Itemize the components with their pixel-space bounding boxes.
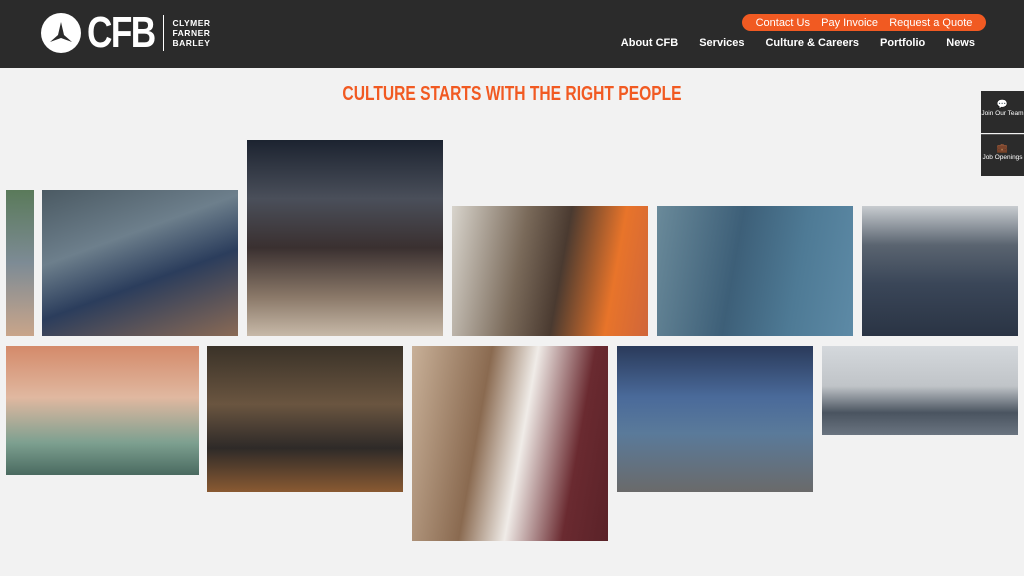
page-title: CULTURE STARTS WITH THE RIGHT PEOPLE — [342, 83, 682, 105]
logo-word: CLYMER — [172, 18, 211, 28]
photo-stadium-crowd-partial — [6, 190, 34, 336]
contact-us-link[interactable]: Contact Us — [756, 17, 810, 29]
side-tab-label: Job Openings — [982, 154, 1023, 161]
logo-divider — [163, 15, 165, 51]
photo-cookout-grill — [452, 206, 648, 336]
logo-word: BARLEY — [172, 38, 211, 48]
nav-news[interactable]: News — [946, 37, 975, 49]
logo-text: CFB — [87, 8, 156, 57]
photo-restaurant-group — [207, 346, 403, 492]
photo-office-party — [6, 346, 199, 475]
request-quote-link[interactable]: Request a Quote — [889, 17, 972, 29]
main-nav: About CFB Services Culture & Careers Por… — [621, 37, 975, 49]
logo-mark-icon — [41, 13, 81, 53]
job-openings-tab[interactable]: 💼 Job Openings — [981, 134, 1024, 176]
briefcase-icon: 💼 — [996, 143, 1009, 153]
site-header: CFB CLYMER FARNER BARLEY Contact Us Pay … — [0, 0, 1024, 68]
photo-three-women-night — [247, 140, 443, 336]
photo-team-in-office — [822, 346, 1018, 435]
photo-vault-group — [617, 346, 813, 492]
photo-three-people-selfie — [412, 346, 608, 541]
nav-culture-careers[interactable]: Culture & Careers — [765, 37, 859, 49]
photo-stadium-group — [42, 190, 238, 336]
nav-about[interactable]: About CFB — [621, 37, 678, 49]
pay-invoice-link[interactable]: Pay Invoice — [821, 17, 878, 29]
photo-team-hard-hats — [657, 206, 853, 336]
photo-bus-group — [862, 206, 1018, 336]
side-tab-label: Join Our Team — [981, 110, 1024, 117]
logo-word: FARNER — [172, 28, 211, 38]
chat-icon: 💬 — [996, 99, 1009, 109]
logo-words: CLYMER FARNER BARLEY — [172, 18, 210, 48]
join-our-team-tab[interactable]: 💬 Join Our Team — [981, 91, 1024, 133]
cfb-logo[interactable]: CFB CLYMER FARNER BARLEY — [41, 8, 211, 57]
utility-nav: Contact Us Pay Invoice Request a Quote — [742, 14, 986, 31]
nav-portfolio[interactable]: Portfolio — [880, 37, 925, 49]
nav-services[interactable]: Services — [699, 37, 744, 49]
